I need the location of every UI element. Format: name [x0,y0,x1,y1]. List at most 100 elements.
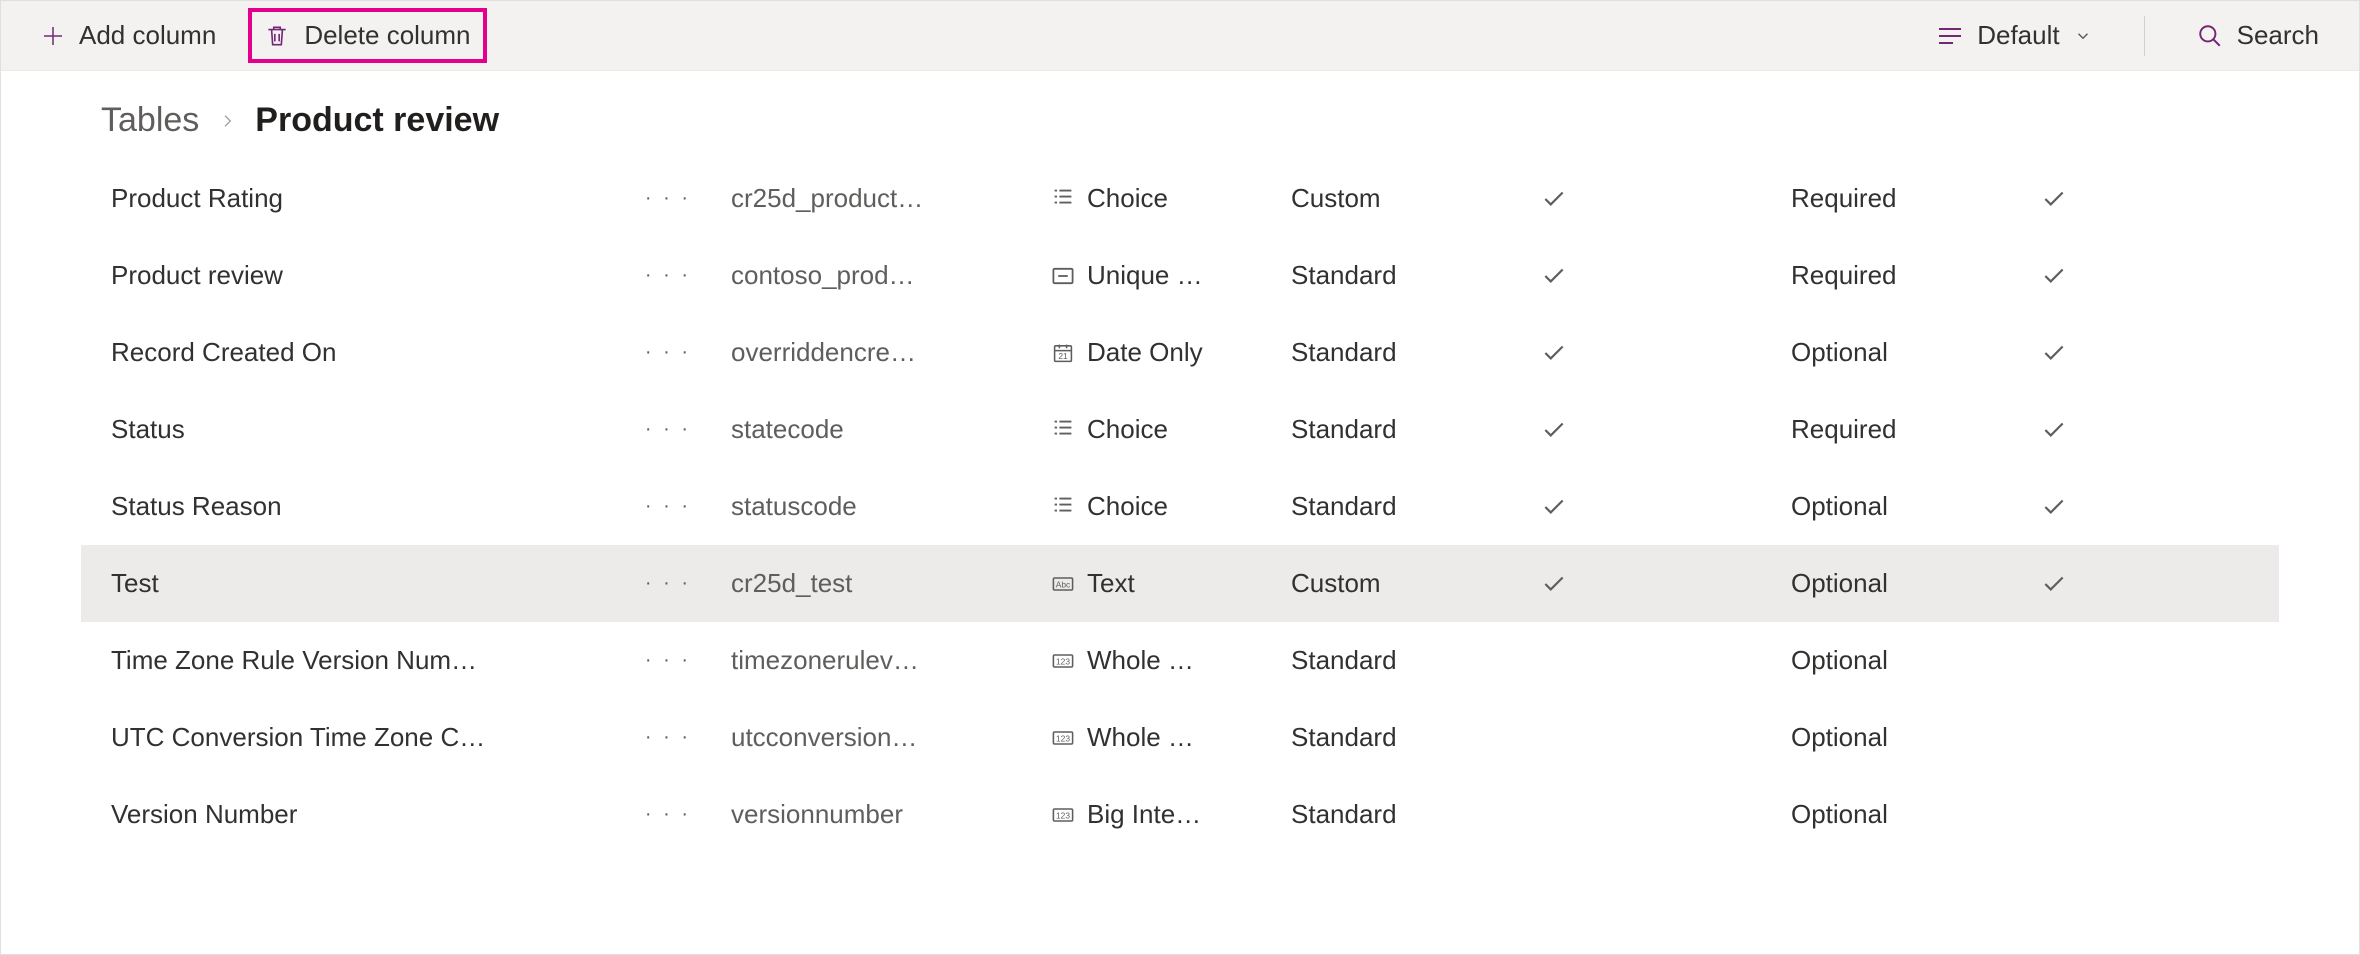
column-required: Optional [1791,722,2041,753]
column-required: Required [1791,183,2041,214]
breadcrumb: Tables Product review [1,71,2359,160]
add-column-label: Add column [79,20,216,51]
data-type-icon [1051,726,1075,750]
column-check-b [2041,494,2161,520]
column-check-b [2041,263,2161,289]
table-row[interactable]: Time Zone Rule Version Num… · · · timezo… [81,622,2279,699]
data-type-icon [1051,418,1075,442]
column-data-type: Unique … [1051,260,1291,291]
column-data-type: Big Inte… [1051,799,1291,830]
row-more-button[interactable]: · · · [645,264,691,287]
column-data-type: Whole … [1051,645,1291,676]
column-display-name: UTC Conversion Time Zone C… [111,722,485,753]
column-check-a [1541,494,1791,520]
column-schema-name: cr25d_product… [731,183,1051,214]
column-kind: Standard [1291,722,1541,753]
column-check-b [2041,417,2161,443]
chevron-down-icon [2074,27,2092,45]
column-schema-name: statecode [731,414,1051,445]
column-schema-name: overriddencre… [731,337,1051,368]
search-icon [2197,23,2223,49]
row-more-button[interactable]: · · · [645,572,691,595]
add-column-button[interactable]: Add column [29,12,228,59]
column-required: Optional [1791,337,2041,368]
table-row[interactable]: Product review · · · contoso_prod… Uniqu… [81,237,2279,314]
table-row[interactable]: Status Reason · · · statuscode Choice St… [81,468,2279,545]
column-data-type: Date Only [1051,337,1291,368]
column-check-a [1541,571,1791,597]
row-more-button[interactable]: · · · [645,187,691,210]
chevron-right-icon [219,110,235,132]
command-bar: Add column Delete column Default [1,1,2359,71]
data-type-icon [1051,495,1075,519]
search-button[interactable]: Search [2185,12,2331,59]
data-type-label: Big Inte… [1087,799,1201,830]
column-required: Optional [1791,799,2041,830]
column-required: Optional [1791,645,2041,676]
data-type-icon [1051,187,1075,211]
row-more-button[interactable]: · · · [645,495,691,518]
column-check-b [2041,340,2161,366]
table-row[interactable]: Product Rating · · · cr25d_product… Choi… [81,160,2279,237]
column-schema-name: statuscode [731,491,1051,522]
data-type-icon [1051,572,1075,596]
table-row[interactable]: Version Number · · · versionnumber Big I… [81,776,2279,853]
column-schema-name: utcconversion… [731,722,1051,753]
data-type-icon [1051,649,1075,673]
row-more-button[interactable]: · · · [645,649,691,672]
row-more-button[interactable]: · · · [645,726,691,749]
app-frame: Add column Delete column Default [0,0,2360,955]
data-type-icon [1051,803,1075,827]
column-kind: Standard [1291,799,1541,830]
search-label: Search [2237,20,2319,51]
data-type-icon [1051,264,1075,288]
column-display-name: Time Zone Rule Version Num… [111,645,477,676]
column-schema-name: contoso_prod… [731,260,1051,291]
data-type-label: Choice [1087,491,1168,522]
data-type-label: Text [1087,568,1135,599]
delete-column-button[interactable]: Delete column [248,8,486,63]
column-required: Optional [1791,568,2041,599]
column-kind: Standard [1291,414,1541,445]
data-type-label: Choice [1087,414,1168,445]
column-schema-name: timezonerulev… [731,645,1051,676]
toolbar-right: Default Search [1925,12,2331,59]
column-check-b [2041,571,2161,597]
column-kind: Standard [1291,337,1541,368]
column-kind: Custom [1291,568,1541,599]
table-row[interactable]: Status · · · statecode Choice Standard R… [81,391,2279,468]
row-more-button[interactable]: · · · [645,341,691,364]
column-required: Required [1791,260,2041,291]
breadcrumb-current: Product review [255,101,499,140]
trash-icon [264,23,290,49]
column-kind: Standard [1291,491,1541,522]
table-row[interactable]: UTC Conversion Time Zone C… · · · utccon… [81,699,2279,776]
table-row[interactable]: Record Created On · · · overriddencre… D… [81,314,2279,391]
column-data-type: Whole … [1051,722,1291,753]
column-display-name: Product review [111,260,283,291]
data-type-label: Unique … [1087,260,1203,291]
column-schema-name: cr25d_test [731,568,1051,599]
delete-column-label: Delete column [304,20,470,51]
column-display-name: Status [111,414,185,445]
view-selector[interactable]: Default [1925,12,2103,59]
column-data-type: Choice [1051,491,1291,522]
data-type-label: Date Only [1087,337,1203,368]
column-kind: Custom [1291,183,1541,214]
column-check-a [1541,340,1791,366]
data-type-label: Whole … [1087,645,1194,676]
breadcrumb-root[interactable]: Tables [101,101,199,140]
column-check-a [1541,263,1791,289]
column-schema-name: versionnumber [731,799,1051,830]
column-display-name: Product Rating [111,183,283,214]
row-more-button[interactable]: · · · [645,803,691,826]
column-data-type: Choice [1051,183,1291,214]
view-label: Default [1977,20,2059,51]
column-kind: Standard [1291,260,1541,291]
table-row[interactable]: Test · · · cr25d_test Text Custom Option… [81,545,2279,622]
column-check-b [2041,186,2161,212]
list-icon [1937,26,1963,46]
data-type-label: Choice [1087,183,1168,214]
row-more-button[interactable]: · · · [645,418,691,441]
column-check-a [1541,186,1791,212]
